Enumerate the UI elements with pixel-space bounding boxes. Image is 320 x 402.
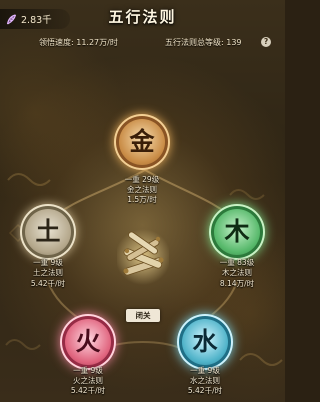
metal-medal: 金 xyxy=(114,114,170,170)
fire-medal: 火 xyxy=(60,314,116,370)
fire-char: 火 xyxy=(75,327,101,356)
law-node-fire[interactable]: 火 一重 9级 火之法则 5.42千/时 xyxy=(48,310,128,402)
water-char: 水 xyxy=(192,327,218,356)
help-icon[interactable]: ? xyxy=(261,37,271,47)
wood-char: 木 xyxy=(224,217,250,246)
water-medal: 水 xyxy=(177,314,233,370)
earth-medal: 土 xyxy=(20,204,76,260)
law-node-water[interactable]: 水 一重 9级 水之法则 5.42千/时 xyxy=(165,310,245,402)
earth-name: 土之法则 xyxy=(33,268,63,277)
law-node-wood[interactable]: 木 一重 83级 木之法则 8.14万/时 xyxy=(197,200,277,300)
metal-char: 金 xyxy=(129,127,155,156)
earth-tier-level: 一重 9级 xyxy=(33,258,63,267)
earth-char: 土 xyxy=(35,217,61,246)
five-elements-screen: 2.83千 五行法则 领悟速度: 11.27万/时 五行法则总等级: 139 ?… xyxy=(0,0,285,402)
fire-rate: 5.42千/时 xyxy=(70,386,106,395)
water-tier-level: 一重 9级 xyxy=(190,366,220,375)
wood-tier-level: 一重 83级 xyxy=(219,258,255,267)
metal-tier-level: 一重 29级 xyxy=(124,175,160,184)
metal-rate: 1.5万/时 xyxy=(127,195,157,204)
page-title: 五行法则 xyxy=(108,8,177,26)
fire-name: 火之法则 xyxy=(73,376,103,385)
wood-name: 木之法则 xyxy=(222,268,252,277)
metal-name: 金之法则 xyxy=(127,185,157,194)
law-node-earth[interactable]: 土 一重 9级 土之法则 5.42千/时 xyxy=(8,200,88,300)
scroll-bundle-icon[interactable] xyxy=(117,227,169,287)
wood-rate: 8.14万/时 xyxy=(219,279,255,288)
wood-medal: 木 xyxy=(209,204,265,260)
total-level: 五行法则总等级: 139 xyxy=(165,38,242,47)
water-rate: 5.42千/时 xyxy=(187,386,223,395)
breakthrough-button[interactable]: 闭关 xyxy=(126,309,160,322)
fire-tier-level: 一重 9级 xyxy=(73,366,103,375)
water-name: 水之法则 xyxy=(190,376,220,385)
comprehension-speed: 领悟速度: 11.27万/时 xyxy=(39,38,118,47)
law-node-metal[interactable]: 金 一重 29级 金之法则 1.5万/时 xyxy=(102,110,182,210)
earth-rate: 5.42千/时 xyxy=(30,279,66,288)
